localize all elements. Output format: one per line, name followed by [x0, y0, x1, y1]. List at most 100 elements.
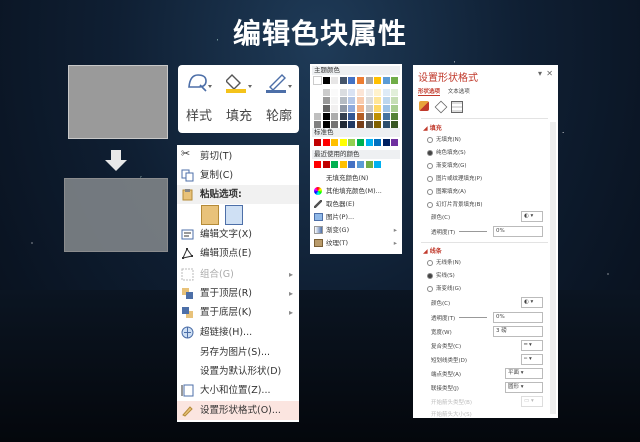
theme-color-swatch[interactable] — [339, 113, 347, 120]
theme-color-swatch[interactable] — [382, 105, 390, 112]
theme-color-swatch[interactable] — [391, 121, 399, 128]
texture-option[interactable]: 纹理(T) ▸ — [312, 237, 400, 249]
theme-color-swatch[interactable] — [348, 89, 356, 96]
theme-color-swatch[interactable] — [391, 113, 399, 120]
theme-color-swatch[interactable] — [322, 97, 330, 104]
line-transparency-input[interactable]: 0% — [493, 312, 543, 323]
theme-color-swatch[interactable] — [331, 77, 339, 84]
theme-color-swatch[interactable] — [339, 105, 347, 112]
recent-color-swatch[interactable] — [348, 161, 356, 168]
standard-color-swatch[interactable] — [382, 139, 390, 146]
recent-color-swatch[interactable] — [314, 161, 321, 168]
theme-color-swatch[interactable] — [357, 89, 364, 96]
line-option[interactable]: 实线(S) — [427, 271, 455, 279]
theme-color-swatch[interactable] — [322, 77, 330, 84]
fill-option[interactable]: 图案填充(A) — [427, 187, 466, 195]
theme-color-swatch[interactable] — [314, 97, 321, 104]
standard-color-swatch[interactable] — [322, 139, 330, 146]
theme-color-swatch[interactable] — [314, 121, 321, 128]
theme-color-swatch[interactable] — [391, 89, 399, 96]
fill-option[interactable]: 图片或纹理填充(P) — [427, 174, 482, 182]
standard-color-swatch[interactable] — [374, 139, 382, 146]
menu-set-default[interactable]: 设置为默认形状(D) — [177, 362, 299, 381]
theme-color-swatch[interactable] — [391, 97, 399, 104]
standard-color-swatch[interactable] — [391, 139, 399, 146]
theme-color-swatch[interactable] — [374, 121, 382, 128]
line-color-picker[interactable]: ◐ ▾ — [521, 297, 543, 308]
fill-line-icon[interactable] — [419, 101, 429, 111]
theme-color-swatch[interactable] — [331, 121, 339, 128]
fill-option[interactable]: 纯色填充(S) — [427, 148, 466, 156]
compound-select[interactable]: ═ ▾ — [521, 340, 543, 351]
begin-arrow-select[interactable]: ▭ ▾ — [521, 396, 543, 407]
line-section-header[interactable]: ◢ 线条 — [423, 246, 442, 255]
fill-option[interactable]: 无填充(N) — [427, 135, 461, 143]
theme-color-swatch[interactable] — [365, 121, 373, 128]
theme-color-swatch[interactable] — [365, 105, 373, 112]
fill-section-header[interactable]: ◢ 填充 — [423, 123, 442, 132]
fill-option[interactable]: 渐变填充(G) — [427, 161, 467, 169]
fill-button[interactable]: 填充 — [220, 65, 258, 133]
theme-color-swatch[interactable] — [357, 97, 364, 104]
size-properties-icon[interactable] — [451, 101, 463, 113]
pane-scrollbar[interactable] — [550, 122, 556, 414]
theme-color-swatch[interactable] — [365, 113, 373, 120]
pane-menu-icon[interactable]: ▾ — [538, 69, 542, 78]
menu-group[interactable]: 组合(G) ▸ — [177, 265, 299, 284]
menu-save-as-picture[interactable]: 另存为图片(S)... — [177, 343, 299, 362]
effects-icon[interactable] — [434, 100, 448, 114]
outline-button[interactable]: 轮廓 — [260, 65, 298, 133]
theme-color-swatch[interactable] — [331, 105, 339, 112]
recent-color-swatch[interactable] — [374, 161, 382, 168]
theme-color-swatch[interactable] — [339, 121, 347, 128]
theme-color-swatch[interactable] — [348, 97, 356, 104]
fill-option[interactable]: 幻灯片背景填充(B) — [427, 200, 483, 208]
theme-color-swatch[interactable] — [382, 121, 390, 128]
no-fill-option[interactable]: 无填充颜色(N) — [312, 172, 400, 184]
paste-keep-format-button[interactable] — [201, 205, 221, 225]
close-icon[interactable]: ✕ — [546, 69, 553, 78]
line-option[interactable]: 无线条(N) — [427, 258, 461, 266]
theme-color-swatch[interactable] — [339, 89, 347, 96]
standard-color-swatch[interactable] — [365, 139, 373, 146]
menu-format-shape[interactable]: 设置形状格式(O)... — [177, 401, 299, 420]
join-select[interactable]: 圆形 ▾ — [505, 382, 543, 393]
theme-color-swatch[interactable] — [322, 113, 330, 120]
style-button[interactable]: 样式 — [180, 65, 218, 133]
menu-copy[interactable]: 复制(C) — [177, 166, 299, 185]
recent-color-swatch[interactable] — [339, 161, 347, 168]
menu-edit-text[interactable]: 编辑文字(X) — [177, 225, 299, 244]
theme-color-swatch[interactable] — [382, 97, 390, 104]
theme-color-swatch[interactable] — [331, 113, 339, 120]
standard-color-swatch[interactable] — [331, 139, 339, 146]
theme-color-swatch[interactable] — [374, 113, 382, 120]
theme-color-swatch[interactable] — [339, 97, 347, 104]
theme-color-swatch[interactable] — [382, 113, 390, 120]
recent-color-swatch[interactable] — [331, 161, 339, 168]
theme-color-swatch[interactable] — [322, 121, 330, 128]
theme-color-swatch[interactable] — [348, 121, 356, 128]
theme-color-swatch[interactable] — [348, 77, 356, 84]
theme-color-swatch[interactable] — [322, 105, 330, 112]
standard-color-swatch[interactable] — [314, 139, 321, 146]
menu-hyperlink[interactable]: 超链接(H)... — [177, 323, 299, 342]
theme-color-swatch[interactable] — [314, 89, 321, 96]
fill-transparency-input[interactable]: 0% — [493, 226, 543, 237]
standard-color-swatch[interactable] — [339, 139, 347, 146]
theme-color-swatch[interactable] — [313, 76, 322, 85]
fill-color-picker[interactable]: ◐ ▾ — [521, 211, 543, 222]
dash-select[interactable]: ┅ ▾ — [521, 354, 543, 365]
menu-edit-points[interactable]: 编辑顶点(E) — [177, 244, 299, 263]
theme-color-swatch[interactable] — [357, 121, 364, 128]
menu-bring-front[interactable]: 置于顶层(R) ▸ — [177, 284, 299, 303]
theme-color-swatch[interactable] — [357, 105, 364, 112]
cap-select[interactable]: 平面 ▾ — [505, 368, 543, 379]
line-option[interactable]: 渐变线(G) — [427, 284, 461, 292]
theme-color-swatch[interactable] — [322, 89, 330, 96]
recent-color-swatch[interactable] — [357, 161, 364, 168]
theme-color-swatch[interactable] — [365, 97, 373, 104]
theme-color-swatch[interactable] — [382, 77, 390, 84]
line-transparency-slider[interactable] — [459, 317, 487, 318]
width-input[interactable]: 3 磅 — [493, 326, 543, 337]
standard-color-swatch[interactable] — [357, 139, 364, 146]
